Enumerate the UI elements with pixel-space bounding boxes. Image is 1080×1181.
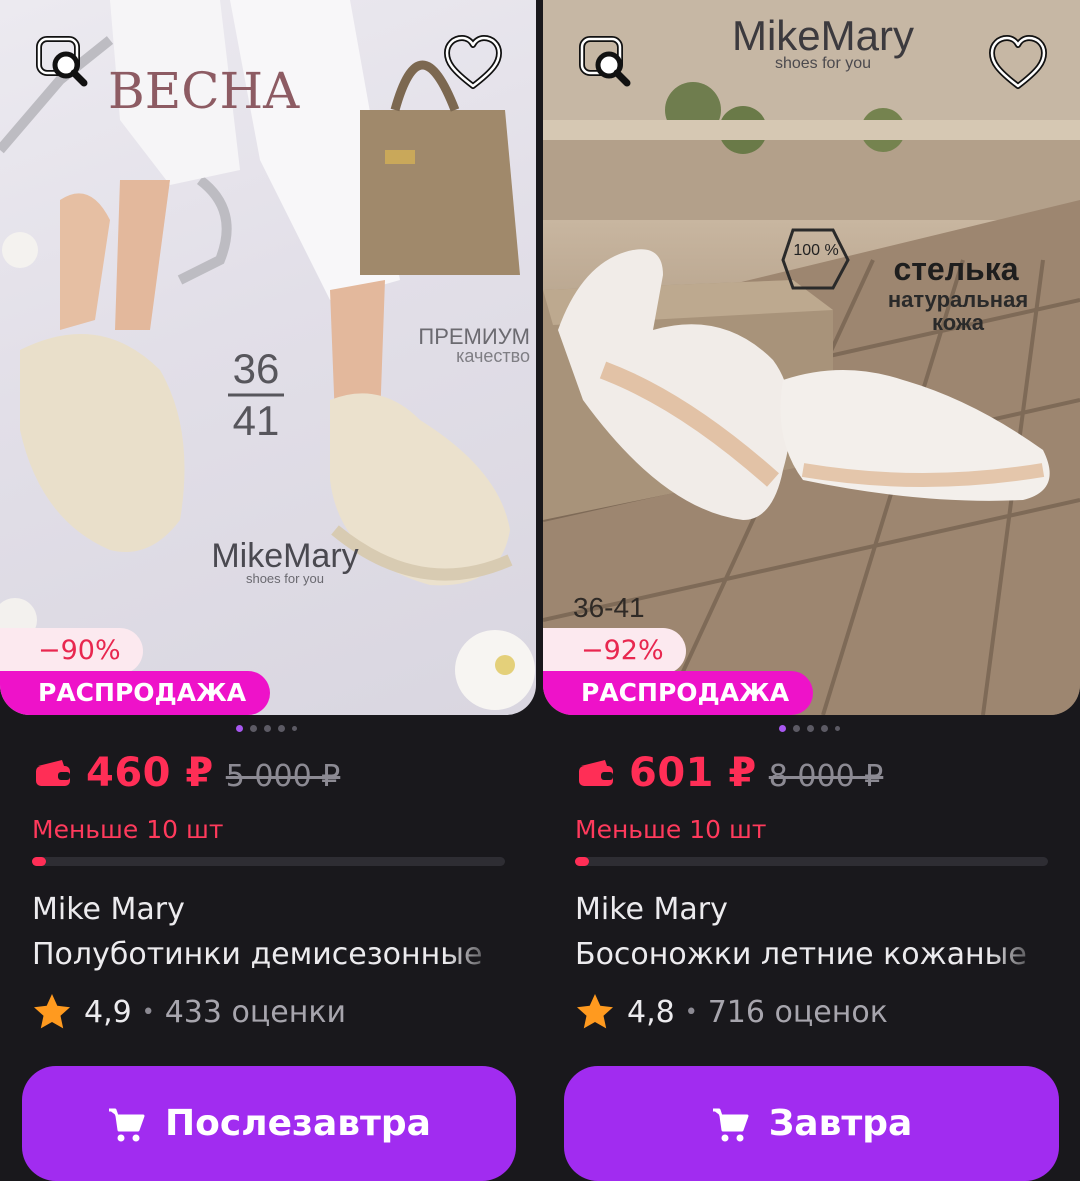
photo-stamp: 100 % — [793, 242, 838, 259]
star-icon — [577, 994, 613, 1029]
stock-bar-fill — [575, 857, 590, 866]
pager-dot[interactable] — [821, 725, 828, 732]
rating-value: 4,9 — [84, 994, 132, 1030]
discount-badge: −92% — [543, 628, 686, 674]
product-title[interactable]: Полуботинки демисезонные — [32, 937, 502, 972]
photo-size-top: 36 — [233, 345, 280, 392]
photo-quality-sub: качество — [456, 346, 530, 366]
old-price: 5 000 ₽ — [225, 759, 341, 794]
current-price: 601 ₽ — [629, 750, 757, 796]
rating-row[interactable]: 4,9 • 433 оценки — [32, 992, 346, 1032]
pager-dot[interactable] — [292, 726, 297, 731]
product-title[interactable]: Босоножки летние кожаные — [575, 937, 1045, 972]
photo-logo: MikeMary — [732, 12, 914, 59]
current-price: 460 ₽ — [86, 750, 214, 796]
pager-dot[interactable] — [793, 725, 800, 732]
photo-line1: стелька — [893, 251, 1018, 287]
image-pager[interactable] — [236, 725, 297, 732]
photo-logo-sub: shoes for you — [775, 55, 871, 72]
pager-dot[interactable] — [779, 725, 786, 732]
heart-icon — [989, 35, 1047, 89]
stock-bar-fill — [32, 857, 47, 866]
star-icon — [34, 994, 70, 1029]
price-row: 601 ₽ 8 000 ₽ — [577, 750, 883, 796]
add-to-cart-button[interactable]: Послезавтра — [22, 1066, 516, 1181]
separator-dot: • — [141, 999, 155, 1025]
favorite-button[interactable] — [987, 32, 1049, 94]
photo-logo: MikeMary — [211, 537, 358, 575]
photo-line3: кожа — [932, 310, 985, 335]
product-image[interactable]: 100 % стелька натуральная кожа MikeMary … — [543, 0, 1080, 715]
stock-bar — [32, 857, 505, 866]
rating-row[interactable]: 4,8 • 716 оценок — [575, 992, 888, 1032]
product-card[interactable]: 100 % стелька натуральная кожа MikeMary … — [543, 0, 1080, 1181]
delivery-label: Завтра — [768, 1103, 913, 1144]
heart-icon — [444, 35, 502, 89]
brand-name[interactable]: Mike Mary — [32, 892, 185, 927]
image-search-icon — [579, 36, 631, 87]
photo-size-bottom: 41 — [233, 397, 280, 444]
pager-dot[interactable] — [264, 725, 271, 732]
reviews-count: 433 оценки — [164, 994, 346, 1030]
sale-badge: РАСПРОДАЖА — [0, 671, 271, 715]
price-row: 460 ₽ 5 000 ₽ — [34, 750, 340, 796]
pager-dot[interactable] — [250, 725, 257, 732]
reviews-count: 716 оценок — [707, 994, 888, 1030]
image-pager[interactable] — [779, 725, 840, 732]
discount-badge: −90% — [0, 628, 143, 674]
pager-dot[interactable] — [236, 725, 243, 732]
wallet-icon — [36, 760, 70, 786]
pager-dot[interactable] — [835, 726, 840, 731]
wallet-icon — [579, 760, 613, 786]
image-search-button[interactable] — [575, 30, 637, 92]
product-photo: BECHA ПРЕМИУМ качество 36 41 MikeMary sh… — [0, 0, 535, 710]
add-to-cart-button[interactable]: Завтра — [564, 1066, 1059, 1181]
photo-line2: натуральная — [888, 287, 1028, 312]
stock-bar — [575, 857, 1048, 866]
delivery-label: Послезавтра — [165, 1103, 431, 1144]
sale-badge: РАСПРОДАЖА — [543, 671, 814, 715]
photo-brand-top: BECHA — [108, 62, 300, 120]
stock-label: Меньше 10 шт — [575, 815, 767, 844]
cart-icon — [712, 1108, 749, 1141]
photo-logo-sub: shoes for you — [246, 571, 324, 586]
image-search-icon — [36, 36, 88, 87]
favorite-button[interactable] — [442, 32, 504, 94]
photo-sizes: 36-41 — [573, 592, 645, 623]
product-photo: 100 % стелька натуральная кожа MikeMary … — [543, 0, 1080, 715]
stock-label: Меньше 10 шт — [32, 815, 224, 844]
product-card[interactable]: BECHA ПРЕМИУМ качество 36 41 MikeMary sh… — [0, 0, 536, 1181]
pager-dot[interactable] — [278, 725, 285, 732]
cart-icon — [109, 1108, 145, 1141]
pager-dot[interactable] — [807, 725, 814, 732]
old-price: 8 000 ₽ — [768, 759, 884, 794]
separator-dot: • — [684, 999, 698, 1025]
image-search-button[interactable] — [32, 30, 94, 92]
product-image[interactable]: BECHA ПРЕМИУМ качество 36 41 MikeMary sh… — [0, 0, 536, 715]
rating-value: 4,8 — [627, 994, 675, 1030]
brand-name[interactable]: Mike Mary — [575, 892, 728, 927]
